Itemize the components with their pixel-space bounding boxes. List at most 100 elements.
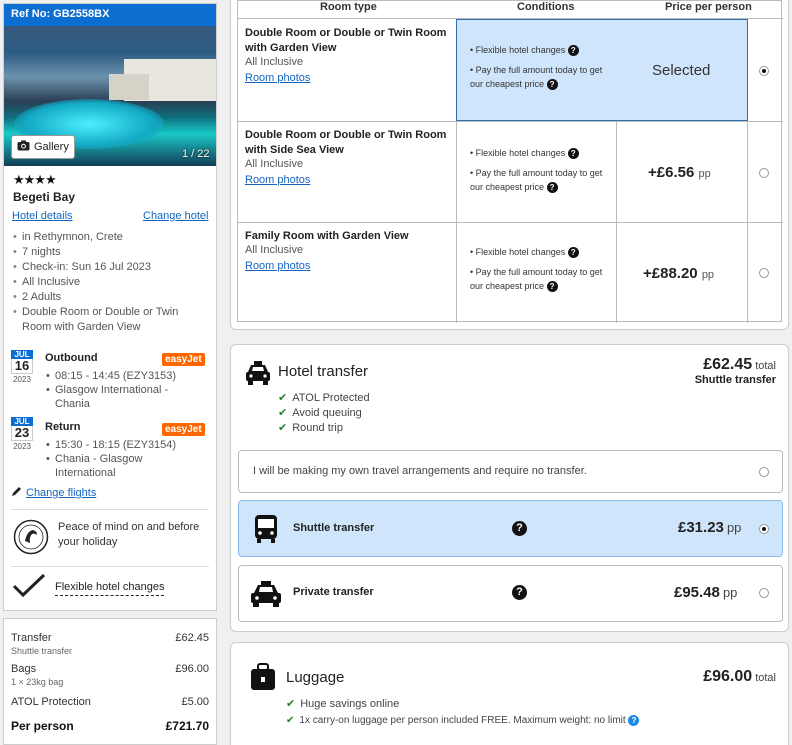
shuttle-label: Shuttle transfer [293,522,375,534]
help-icon[interactable]: ? [567,247,579,259]
room-table: Room type Conditions Price per person Do… [237,0,783,323]
private-transfer-option[interactable]: Private transfer ? £95.48 pp [238,565,783,622]
room-radio[interactable] [759,268,769,278]
camera-icon [17,140,30,154]
room-row[interactable]: Double Room or Double or Twin Room with … [238,18,783,121]
fact-guests: 2 Adults [12,290,202,305]
image-counter: 1 / 22 [182,148,210,160]
change-flights-link[interactable]: Change flights [26,487,96,499]
room-photos-link[interactable]: Room photos [245,260,310,272]
info-icon[interactable]: ? [628,715,640,726]
room-conditions: • Flexible hotel changes ? • Pay the ful… [470,148,603,194]
pencil-icon [11,486,22,500]
room-board: All Inclusive [245,56,304,68]
fact-nights: 7 nights [12,245,202,260]
room-photos-link[interactable]: Room photos [245,174,310,186]
hotel-name: Begeti Bay [13,190,76,204]
no-transfer-option[interactable]: I will be making my own travel arrangeme… [238,450,783,493]
easyjet-logo: easyJet [162,353,205,366]
outbound-route: Glasgow International - Chania [45,383,205,411]
private-radio[interactable] [759,588,769,598]
room-radio[interactable] [759,168,769,178]
help-icon[interactable]: ? [546,182,558,194]
check-icon: ✔ [286,715,295,727]
room-name: Double Room or Double or Twin Room with … [245,129,447,156]
protection-text: Peace of mind on and before your holiday [58,521,200,548]
room-row[interactable]: Family Room with Garden View All Inclusi… [238,222,783,323]
check-icon: ✔ [278,392,288,404]
hotel-details-link[interactable]: Hotel details [12,210,73,222]
fact-checkin: Check-in: Sun 16 Jul 2023 [12,260,202,275]
luggage-card: Luggage £96.00 total ✔ Huge savings onlin… [230,642,789,745]
no-transfer-text: I will be making my own travel arrangeme… [253,465,587,477]
shuttle-transfer-option[interactable]: Shuttle transfer ? £31.23 pp [238,500,783,557]
price-per-person-row: Per person £721.70 [11,719,209,733]
help-icon[interactable]: ? [567,45,579,57]
easyjet-logo: easyJet [162,423,205,436]
no-transfer-radio[interactable] [759,467,769,477]
return-time: 15:30 - 18:15 (EZY3154) [45,438,205,452]
bus-icon [253,514,279,547]
room-name: Family Room with Garden View [245,230,409,242]
return-route: Chania - Glasgow International [45,452,205,480]
outbound-title: Outbound [45,352,98,364]
luggage-total: £96.00 total [703,668,776,685]
flexible-changes-link[interactable]: Flexible hotel changes [55,581,165,596]
price-bags-sub: 1 × 23kg bag [11,677,64,687]
room-price: +£6.56 pp [648,164,711,181]
luggage-title: Luggage [286,669,345,686]
luggage-feature: ✔ 1x carry-on luggage per person included… [286,715,640,727]
help-icon[interactable]: ? [567,148,579,160]
transfer-features: ✔ ATOL Protected ✔ Avoid queuing ✔ Round tr… [278,392,370,434]
private-price: £95.48 pp [674,584,738,601]
room-board: All Inclusive [245,244,304,256]
outbound-time: 08:15 - 14:45 (EZY3153) [45,369,205,383]
checkmark-icon [12,573,46,602]
check-icon: ✔ [286,698,296,710]
booking-summary: Ref No: GB2558BX Gallery 1 / 22 ★★★★ Beg… [3,3,217,611]
help-icon[interactable]: ? [546,79,558,91]
header-conditions: Conditions [517,1,575,13]
hotel-facts: in Rethymnon, Crete 7 nights Check-in: S… [12,230,202,335]
selected-label: Selected [652,62,711,79]
room-board: All Inclusive [245,158,304,170]
room-row[interactable]: Double Room or Double or Twin Room with … [238,121,783,222]
room-photos-link[interactable]: Room photos [245,72,310,84]
price-transfer-sub: Shuttle transfer [11,646,73,656]
atol-badge-icon [13,519,49,558]
change-flights[interactable]: Change flights [11,486,96,500]
transfer-title: Hotel transfer [278,363,369,380]
price-atol-row: ATOL Protection £5.00 [11,696,209,708]
fact-board: All Inclusive [12,275,202,290]
room-name: Double Room or Double or Twin Room with … [245,27,447,54]
private-label: Private transfer [293,586,374,598]
help-icon[interactable]: ? [546,281,558,293]
transfer-total: £62.45 total Shuttle transfer [694,356,776,386]
help-icon[interactable]: ? [512,585,527,600]
ref-number: Ref No: GB2558BX [4,4,216,26]
check-icon: ✔ [278,407,288,419]
suitcase-icon [250,663,276,694]
price-summary: Transfer £62.45 Shuttle transfer Bags £96.… [3,618,217,745]
help-icon[interactable]: ? [512,521,527,536]
star-rating: ★★★★ [13,172,57,187]
taxi-icon [249,579,283,612]
price-transfer-row: Transfer £62.45 [11,632,209,644]
header-price: Price per person [665,1,752,13]
price-bags-row: Bags £96.00 [11,663,209,675]
return-date: JUL 23 2023 [11,417,33,452]
gallery-label: Gallery [34,141,69,153]
return-title: Return [45,421,81,433]
room-conditions: • Flexible hotel changes ? • Pay the ful… [470,247,603,293]
shuttle-radio[interactable] [759,524,769,534]
gallery-button[interactable]: Gallery [11,135,75,159]
fact-room: Double Room or Double or Twin Room with … [12,305,202,335]
luggage-feature: ✔ Huge savings online [286,698,400,710]
change-hotel-link[interactable]: Change hotel [143,210,208,222]
taxi-icon [244,359,272,390]
outbound-date: JUL 16 2023 [11,350,33,385]
room-radio[interactable] [759,66,769,76]
header-room-type: Room type [320,1,377,13]
shuttle-price: £31.23 pp [678,519,742,536]
check-icon: ✔ [278,422,288,434]
